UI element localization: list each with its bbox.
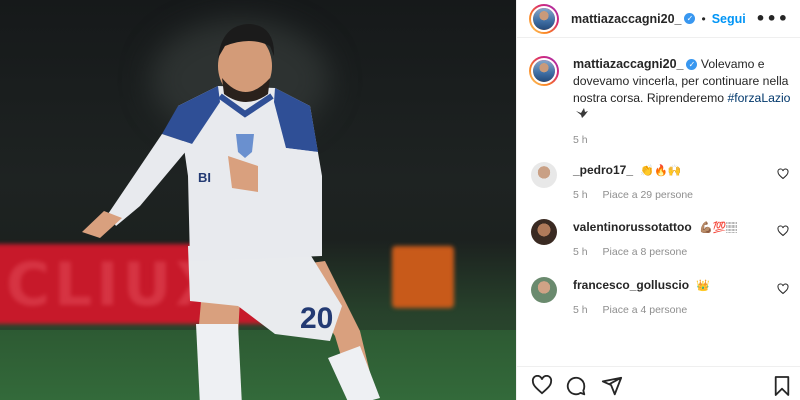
- heart-icon[interactable]: [777, 225, 789, 237]
- comment-text: 💪🏽💯🏽: [699, 221, 738, 234]
- caption-time: 5 h: [573, 134, 588, 146]
- comment-likes[interactable]: Piace a 4 persone: [603, 304, 688, 316]
- comment-item: _pedro17_ 👏🔥🙌 5 h Piace a 29 persone: [529, 162, 791, 201]
- comment-likes[interactable]: Piace a 8 persone: [603, 246, 688, 258]
- more-icon[interactable]: •••: [755, 9, 789, 28]
- comment-time: 5 h: [573, 189, 588, 201]
- comment-time: 5 h: [573, 246, 588, 258]
- comment-time: 5 h: [573, 304, 588, 316]
- separator-dot: •: [701, 11, 706, 26]
- bookmark-icon[interactable]: [773, 375, 791, 397]
- caption-avatar[interactable]: [529, 56, 559, 86]
- orange-board: [392, 246, 454, 308]
- author-username[interactable]: mattiazaccagni20_: [571, 12, 681, 26]
- sponsor-text: BI: [198, 170, 211, 185]
- player-figure: 20 BI: [82, 24, 380, 400]
- post-side-panel: mattiazaccagni20_ ✓ • Segui ••• mattiaza…: [516, 0, 800, 400]
- post-header: mattiazaccagni20_ ✓ • Segui •••: [517, 0, 800, 38]
- post-photo[interactable]: CLIUX 20 BI: [0, 0, 516, 400]
- caption-username[interactable]: mattiazaccagni20_: [573, 57, 683, 71]
- verified-icon: ✓: [684, 13, 696, 24]
- eagle-icon: [575, 107, 589, 124]
- author-avatar[interactable]: [529, 3, 559, 34]
- share-icon[interactable]: [601, 375, 623, 397]
- comment-icon[interactable]: [565, 375, 587, 397]
- post-caption: mattiazaccagni20_ ✓ Volevamo e dovevamo v…: [529, 56, 791, 149]
- comment-text: 👑: [696, 279, 711, 292]
- comment-avatar[interactable]: [531, 219, 557, 245]
- verified-icon: ✓: [686, 59, 698, 71]
- comment-username[interactable]: francesco_golluscio: [573, 278, 689, 292]
- jersey-number: 20: [300, 302, 333, 335]
- heart-icon[interactable]: [777, 168, 789, 180]
- comment-text: 👏🔥🙌: [640, 164, 682, 177]
- comment-avatar[interactable]: [531, 277, 557, 303]
- caption-hashtag[interactable]: #forzaLazio: [727, 91, 790, 105]
- comment-item: valentinorussotattoo 💪🏽💯🏽 5 h Piace a 8 …: [529, 219, 791, 258]
- heart-icon[interactable]: [531, 375, 553, 395]
- comment-item: francesco_golluscio 👑 5 h Piace a 4 pers…: [529, 277, 791, 316]
- comment-avatar[interactable]: [531, 162, 557, 188]
- comment-likes[interactable]: Piace a 29 persone: [603, 189, 693, 201]
- follow-button[interactable]: Segui: [712, 12, 746, 26]
- heart-icon[interactable]: [777, 283, 789, 295]
- action-bar: [517, 366, 800, 400]
- comment-username[interactable]: valentinorussotattoo: [573, 220, 692, 234]
- comment-username[interactable]: _pedro17_: [573, 163, 633, 177]
